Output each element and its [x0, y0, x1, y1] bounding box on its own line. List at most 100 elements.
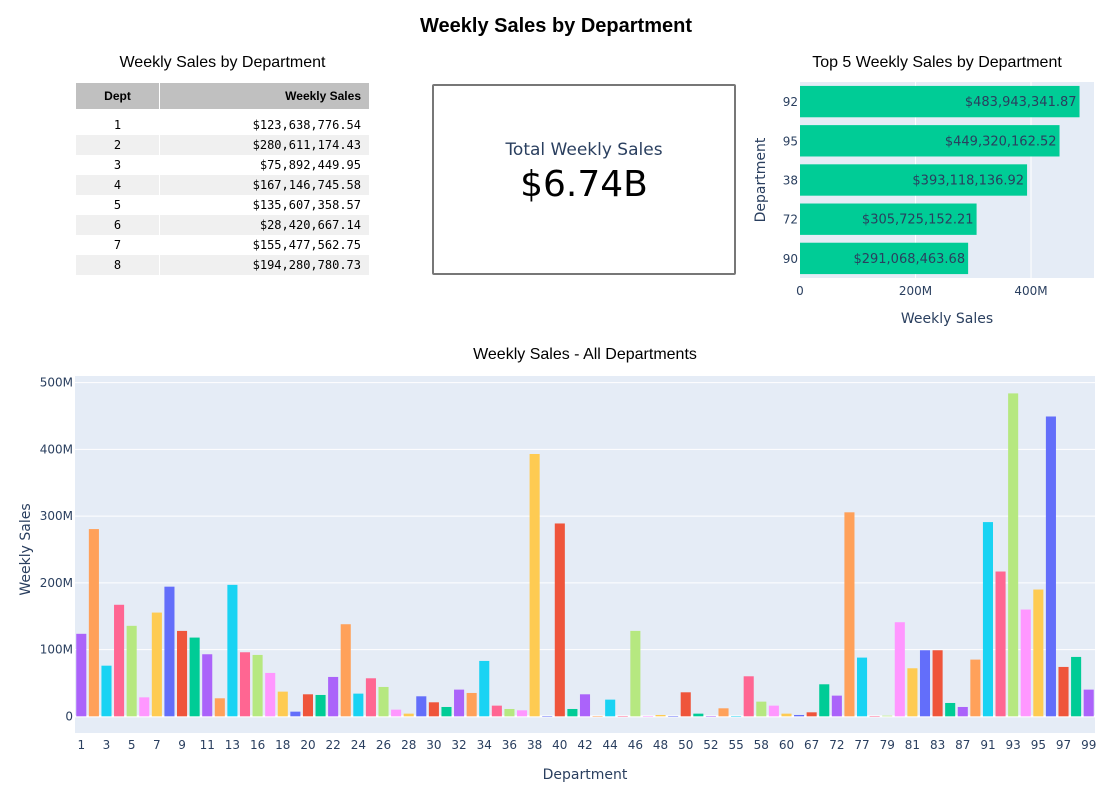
- all-x-tick-label: 26: [376, 738, 391, 752]
- department-bar: [794, 714, 805, 717]
- top5-bar-value-label: $483,943,341.87: [965, 95, 1077, 110]
- table-row: 8 $194,280,780.73: [76, 255, 369, 275]
- all-x-tick-label: 87: [955, 738, 970, 752]
- department-bar: [617, 716, 628, 717]
- department-bar: [579, 694, 591, 717]
- top5-bar-value-label: $393,118,136.92: [912, 174, 1024, 189]
- dept-cell: 7: [76, 235, 160, 255]
- all-y-tick-label: 200M: [40, 576, 73, 590]
- department-bar: [340, 624, 351, 717]
- all-departments-bar-chart: 0100M200M300M400M500M1 3 5 7 9 11 13 16 18 20 22 24…: [18, 376, 1096, 783]
- sales-cell: $28,420,667.14: [159, 215, 369, 235]
- department-bar: [592, 716, 603, 717]
- table-header-row: Dept Weekly Sales: [76, 83, 369, 109]
- top5-bar-chart: 0 200M 400M $483,943,341.87 92 $449,320,162.5…: [753, 82, 1094, 327]
- dept-cell: 2: [76, 135, 160, 155]
- department-bar: [126, 625, 137, 717]
- all-y-tick-label: 400M: [40, 442, 73, 456]
- sales-cell: $155,477,562.75: [159, 235, 369, 255]
- department-bar: [265, 672, 276, 717]
- department-bar: [252, 654, 263, 717]
- top5-bar-value-label: $449,320,162.52: [945, 134, 1057, 149]
- department-bar: [743, 676, 754, 717]
- table-row: 1 $123,638,776.54: [76, 115, 369, 135]
- sales-cell: $75,892,449.95: [159, 155, 369, 175]
- department-bar: [466, 692, 477, 717]
- department-bar: [945, 702, 956, 717]
- department-bar: [114, 604, 125, 717]
- all-x-tick-label: 81: [905, 738, 920, 752]
- top5-y-tick-label: 95: [783, 134, 798, 148]
- department-bar: [806, 712, 817, 717]
- all-x-tick-label: 20: [300, 738, 315, 752]
- all-x-tick-label: 67: [804, 738, 819, 752]
- all-x-tick-label: 79: [880, 738, 895, 752]
- all-departments-chart-title: Weekly Sales - All Departments: [473, 346, 697, 363]
- kpi-card: Total Weekly Sales $6.74B: [432, 84, 736, 275]
- top5-y-tick-label: 90: [783, 252, 798, 266]
- all-x-tick-label: 7: [153, 738, 161, 752]
- department-bar: [428, 702, 439, 717]
- department-bar: [1058, 666, 1069, 717]
- all-x-axis-title: Department: [543, 767, 628, 783]
- department-bar: [831, 695, 842, 717]
- department-bar: [756, 701, 767, 717]
- department-bar: [290, 711, 301, 717]
- department-bar: [542, 716, 553, 717]
- all-x-tick-label: 46: [628, 738, 643, 752]
- sales-cell: $123,638,776.54: [159, 115, 369, 135]
- all-x-tick-label: 22: [326, 738, 341, 752]
- department-bar: [1083, 689, 1094, 717]
- department-bar: [491, 705, 502, 717]
- all-x-tick-label: 77: [854, 738, 869, 752]
- department-bar: [88, 529, 99, 717]
- department-bar: [781, 713, 792, 717]
- department-bar: [479, 660, 490, 717]
- department-bar: [894, 622, 905, 717]
- department-bar: [1008, 393, 1019, 717]
- department-bar: [1071, 656, 1082, 717]
- column-header-dept: Dept: [76, 83, 160, 109]
- all-x-tick-label: 11: [200, 738, 215, 752]
- all-x-tick-label: 1: [77, 738, 85, 752]
- all-x-tick-label: 83: [930, 738, 945, 752]
- table-row: 6 $28,420,667.14: [76, 215, 369, 235]
- all-x-tick-label: 40: [552, 738, 567, 752]
- department-bar: [705, 716, 716, 717]
- sales-cell: $280,611,174.43: [159, 135, 369, 155]
- dept-cell: 8: [76, 255, 160, 275]
- all-x-tick-label: 48: [653, 738, 668, 752]
- department-bar: [680, 692, 691, 717]
- all-y-tick-label: 500M: [40, 376, 73, 390]
- all-x-tick-label: 5: [128, 738, 136, 752]
- top5-chart-title: Top 5 Weekly Sales by Department: [812, 54, 1062, 71]
- department-bar: [819, 684, 830, 717]
- department-bar: [982, 522, 993, 717]
- department-bar: [957, 706, 968, 717]
- sales-table: Dept Weekly Sales 1 $123,638,776.54 2 $280…: [76, 83, 369, 275]
- department-bar: [101, 665, 112, 717]
- department-bar: [353, 693, 364, 717]
- all-x-tick-label: 16: [250, 738, 265, 752]
- top5-bar-value-label: $291,068,463.68: [853, 252, 965, 267]
- department-bar: [139, 697, 150, 717]
- department-bar: [605, 699, 616, 717]
- department-bar: [642, 716, 653, 717]
- department-bar: [277, 691, 288, 717]
- all-x-tick-label: 13: [225, 738, 240, 752]
- department-bar: [454, 689, 465, 717]
- table-row: 2 $280,611,174.43: [76, 135, 369, 155]
- department-bar: [189, 637, 200, 717]
- department-bar: [315, 694, 326, 717]
- kpi-label: Total Weekly Sales: [505, 140, 663, 160]
- department-bar: [378, 686, 389, 717]
- table-row: 7 $155,477,562.75: [76, 235, 369, 255]
- table-row: 5 $135,607,358.57: [76, 195, 369, 215]
- all-x-tick-label: 91: [980, 738, 995, 752]
- department-bar: [731, 716, 742, 717]
- all-x-tick-label: 24: [351, 738, 366, 752]
- department-bar: [630, 630, 641, 717]
- top5-x-axis-title: Weekly Sales: [901, 311, 993, 327]
- department-bar: [416, 696, 427, 717]
- all-x-tick-label: 72: [829, 738, 844, 752]
